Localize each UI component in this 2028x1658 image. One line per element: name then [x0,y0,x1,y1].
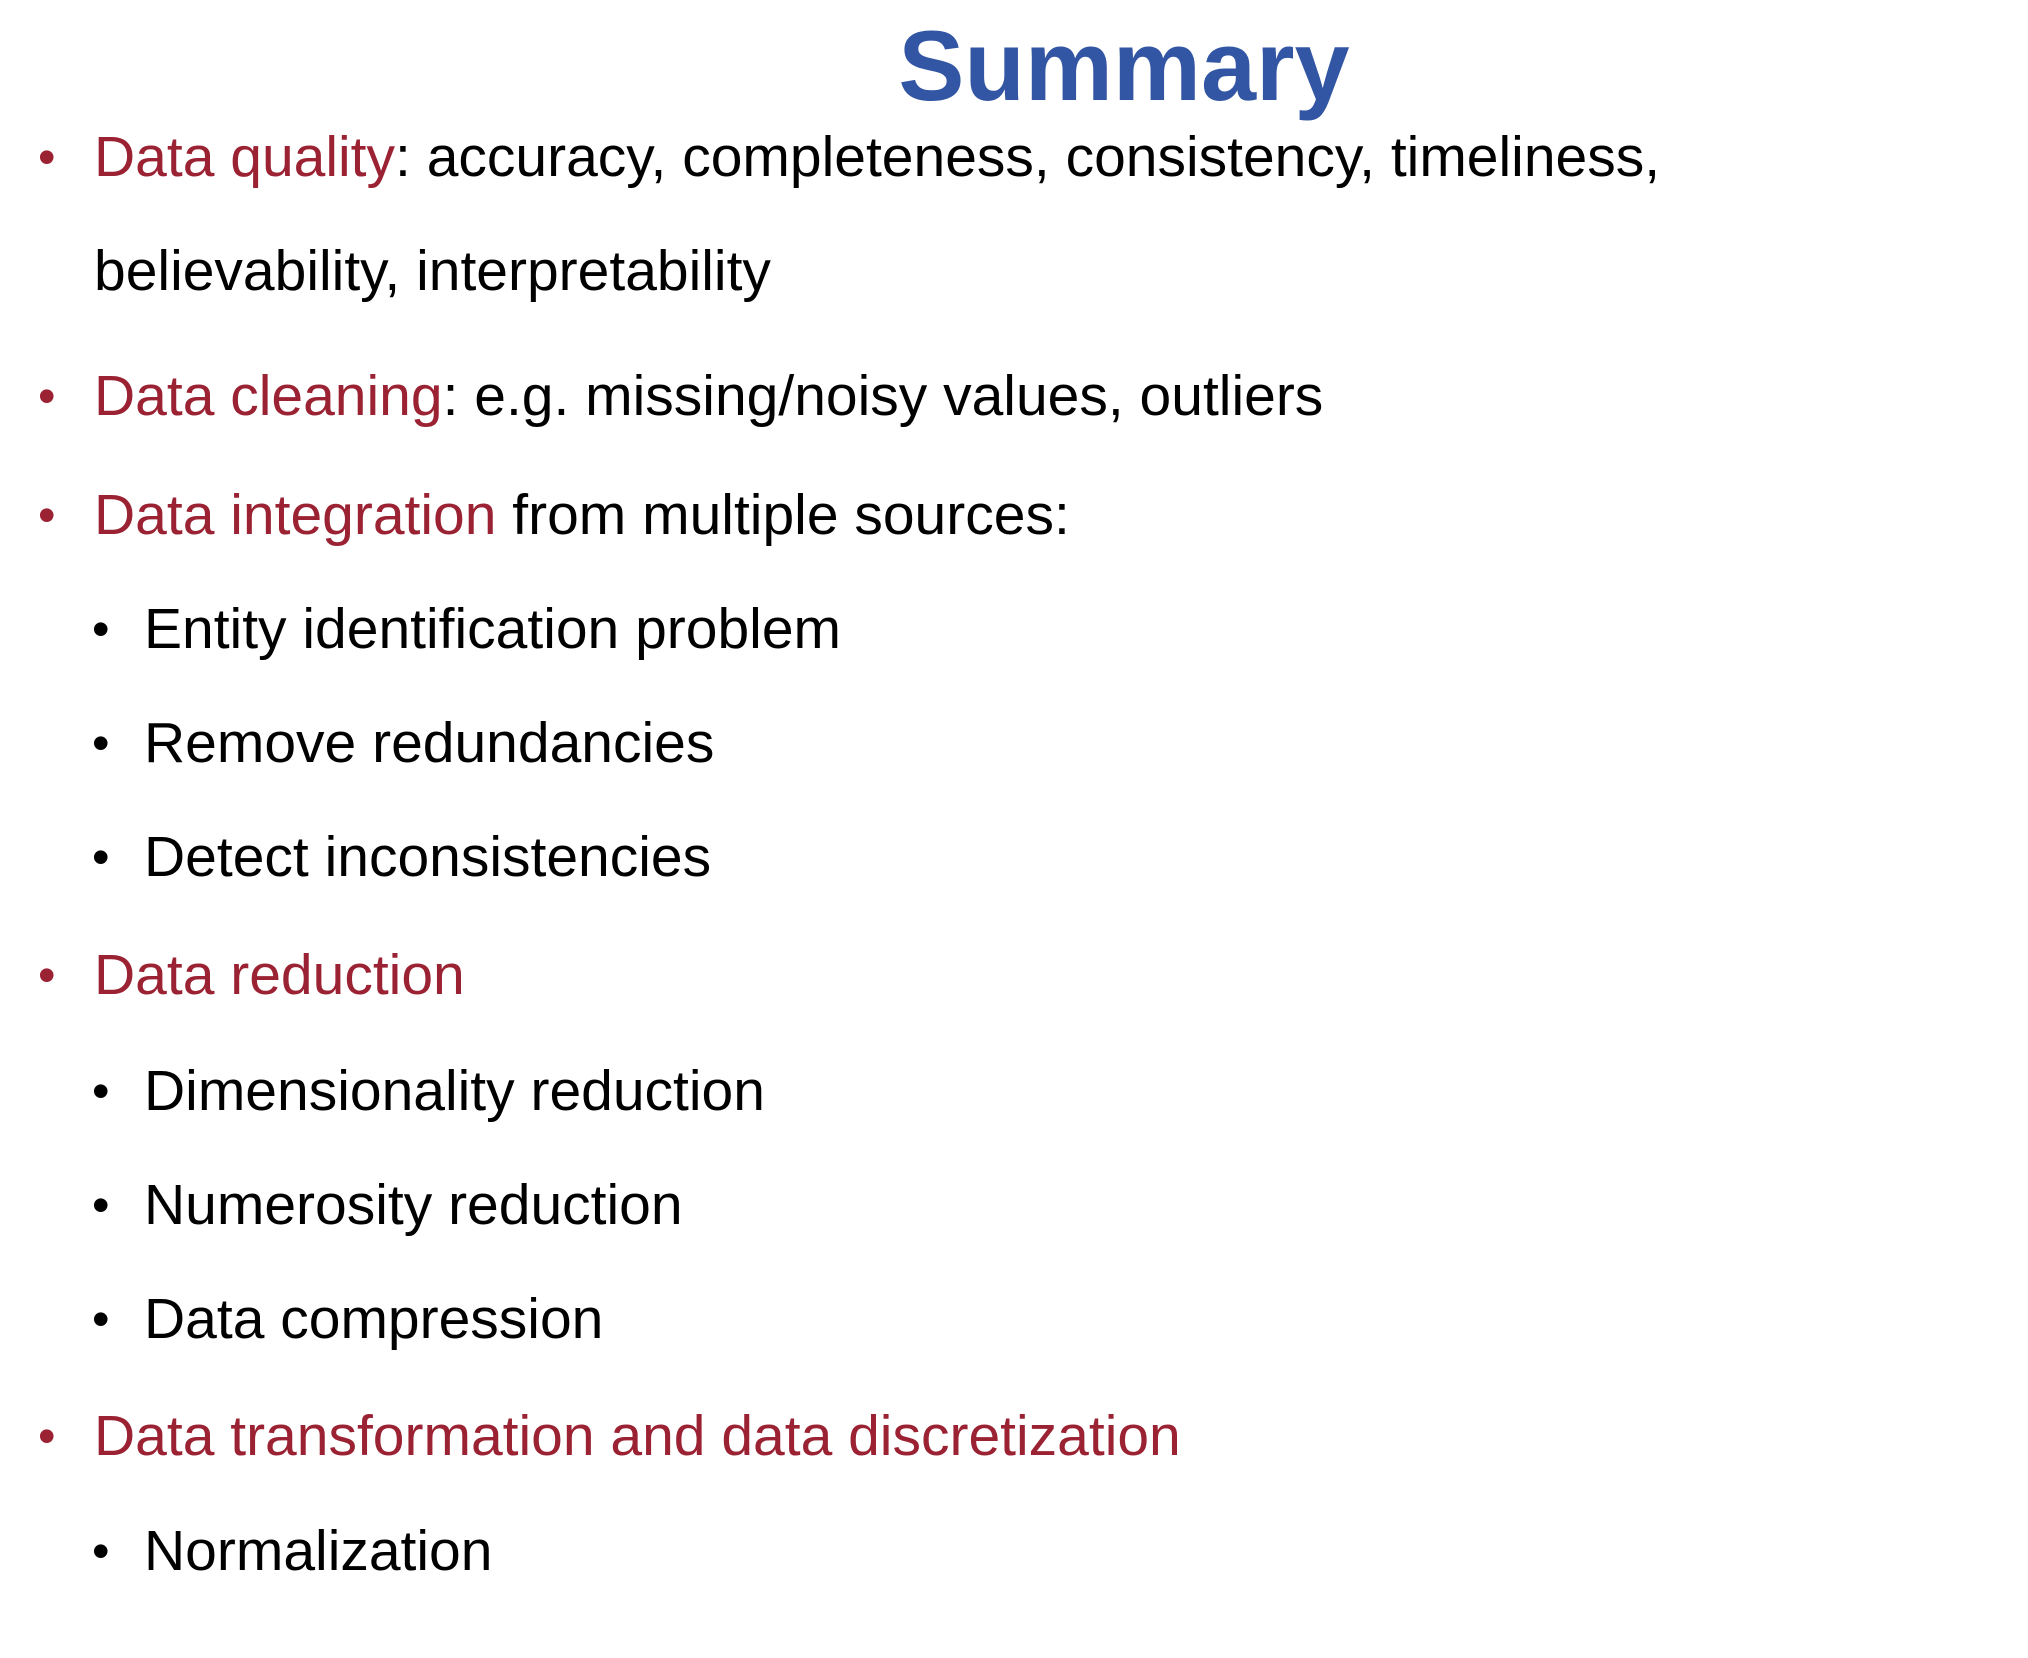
sub-bullet-dot: • [92,1063,110,1119]
bullet-item-data-cleaning: Data cleaning: e.g. missing/noisy values… [94,363,1323,429]
sub-bullet-item: Entity identification problem [144,597,842,661]
bullet-item-heading: Data reduction [94,943,465,1007]
bullet-item-data-transformation: Data transformation and data discretizat… [94,1403,1181,1469]
sub-bullet-item: Detect inconsistencies [144,825,712,889]
bullet-dot: • [38,129,56,185]
sub-bullet-dot: • [92,1177,110,1233]
sub-bullet-dot: • [92,1291,110,1347]
sub-bullet-dot: • [92,601,110,657]
bullet-item-heading: Data transformation and data discretizat… [94,1404,1181,1468]
bullet-dot: • [38,1408,56,1464]
bullet-item-heading: Data cleaning [94,364,443,428]
bullet-item-text: : accuracy, completeness, consistency, t… [395,125,1661,189]
bullet-dot: • [38,487,56,543]
sub-bullet-item: Data compression [144,1287,604,1351]
sub-bullet-dot: • [92,829,110,885]
bullet-item-heading: Data quality [94,125,396,189]
bullet-item-continuation: believability, interpretability [94,239,771,303]
bullet-dot: • [38,947,56,1003]
sub-bullet-item: Numerosity reduction [144,1173,683,1237]
bullet-item-text: : e.g. missing/noisy values, outliers [442,364,1324,428]
sub-bullet-item: Dimensionality reduction [144,1059,765,1123]
sub-bullet-item: Remove redundancies [144,711,715,775]
bullet-item-text: from multiple sources: [496,483,1070,547]
sub-bullet-item: Normalization [144,1519,493,1583]
bullet-dot: • [38,368,56,424]
sub-bullet-dot: • [92,715,110,771]
sub-bullet-dot: • [92,1523,110,1579]
bullet-item-data-integration: Data integration from multiple sources: [94,482,1070,548]
slide-title: Summary [898,10,1350,121]
bullet-item-heading: Data integration [94,483,497,547]
bullet-item-data-reduction: Data reduction [94,942,465,1008]
bullet-item-data-quality: Data quality: accuracy, completeness, co… [94,124,1660,190]
